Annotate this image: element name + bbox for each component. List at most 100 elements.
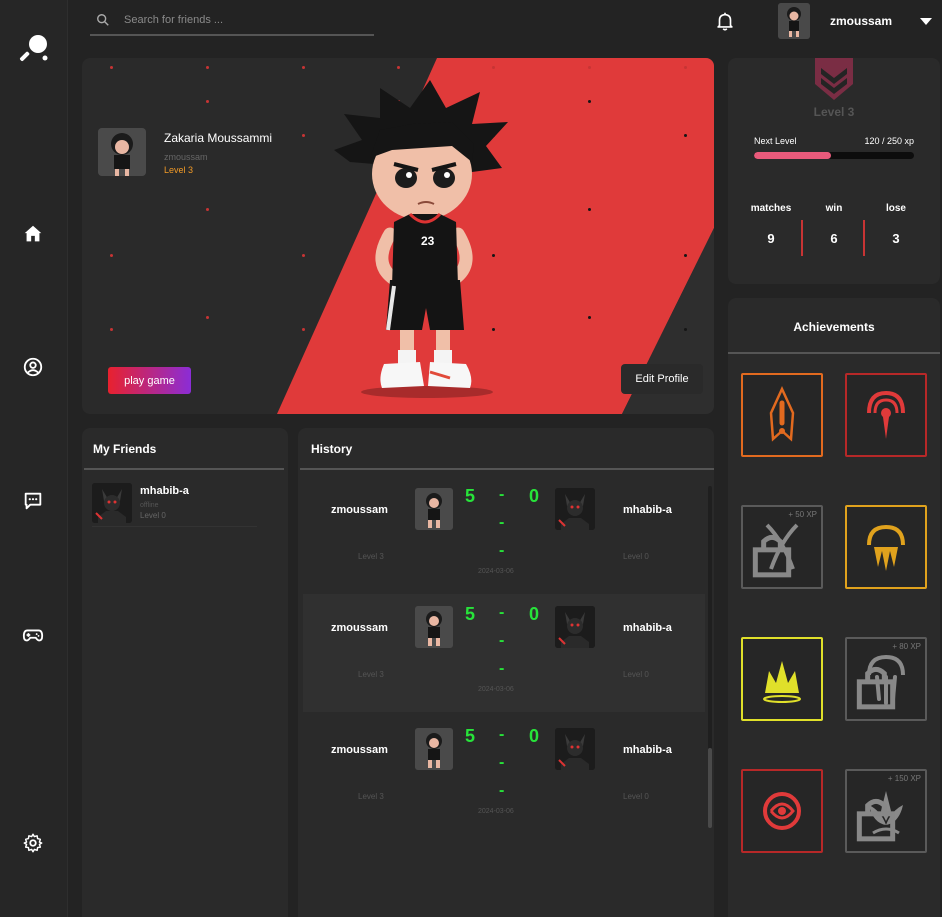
history-scrollbar[interactable] bbox=[708, 486, 712, 828]
xp-progress-fill bbox=[754, 152, 831, 159]
next-level-label: Next Level bbox=[754, 136, 797, 146]
chevron-down-icon[interactable] bbox=[920, 17, 932, 25]
match-row[interactable]: zmoussam 5 - - - 0 mhabib-a Level 3 Leve… bbox=[303, 716, 705, 834]
settings-icon[interactable] bbox=[20, 830, 46, 856]
decor-dot bbox=[206, 316, 209, 319]
stat-lose-label: lose bbox=[885, 203, 906, 214]
achievement-badge[interactable] bbox=[845, 505, 927, 589]
level-label: Level 3 bbox=[813, 105, 855, 119]
play-game-button[interactable]: play game bbox=[108, 367, 191, 394]
friends-panel: My Friends mhabib-a offline Level 0 bbox=[82, 428, 288, 917]
score-separator: - bbox=[499, 754, 505, 771]
decor-dot bbox=[684, 328, 687, 331]
player1-level: Level 3 bbox=[358, 552, 384, 561]
decor-dot bbox=[397, 66, 400, 69]
rank-chevron-icon bbox=[815, 58, 853, 100]
match-row[interactable]: zmoussam 5 - - - 0 mhabib-a Level 3 Leve… bbox=[303, 594, 705, 712]
achievement-badge[interactable] bbox=[845, 373, 927, 457]
friend-level: Level 0 bbox=[140, 511, 166, 520]
gamepad-icon[interactable] bbox=[20, 622, 46, 648]
stat-divider bbox=[863, 220, 865, 256]
player1-avatar bbox=[415, 606, 453, 648]
stat-win-label: win bbox=[825, 203, 843, 214]
player2-name: mhabib-a bbox=[623, 504, 672, 516]
score-separator: - bbox=[499, 726, 505, 743]
friend-item[interactable]: mhabib-a offline Level 0 bbox=[92, 483, 257, 527]
chat-icon[interactable] bbox=[20, 488, 46, 514]
player1-avatar bbox=[415, 728, 453, 770]
player2-name: mhabib-a bbox=[623, 622, 672, 634]
decor-dot bbox=[684, 66, 687, 69]
player2-score: 0 bbox=[529, 726, 540, 746]
friend-name: mhabib-a bbox=[140, 485, 189, 497]
home-icon[interactable] bbox=[20, 221, 46, 247]
decor-dot bbox=[684, 134, 687, 137]
search-input[interactable] bbox=[124, 14, 354, 26]
avatar bbox=[92, 483, 132, 523]
achievement-badge[interactable] bbox=[741, 637, 823, 721]
match-date: 2024-03-06 bbox=[478, 568, 514, 575]
edit-profile-button[interactable]: Edit Profile bbox=[621, 364, 703, 394]
decor-dot bbox=[206, 208, 209, 211]
score-separator: - bbox=[499, 782, 505, 799]
player2-avatar bbox=[555, 606, 595, 648]
player1-name: zmoussam bbox=[331, 622, 388, 634]
crown-splash-badge-icon bbox=[763, 661, 801, 703]
achievement-badge-locked[interactable]: + 50 XP bbox=[741, 505, 823, 589]
stat-win-value: 6 bbox=[830, 231, 838, 246]
player2-score: 0 bbox=[529, 486, 540, 506]
match-date: 2024-03-06 bbox=[478, 686, 514, 693]
player1-score: 5 bbox=[465, 726, 476, 746]
ping-pong-logo-icon[interactable] bbox=[18, 32, 50, 64]
decor-dot bbox=[206, 100, 209, 103]
player2-score: 0 bbox=[529, 604, 540, 624]
decor-dot bbox=[302, 66, 305, 69]
achievements-title: Achievements bbox=[793, 320, 875, 334]
hero-level: Level 3 bbox=[164, 165, 194, 175]
player1-score: 5 bbox=[465, 604, 476, 624]
match-date: 2024-03-06 bbox=[478, 808, 514, 815]
hero-handle: zmoussam bbox=[164, 152, 208, 162]
decor-dot bbox=[588, 100, 591, 103]
score-separator: - bbox=[499, 542, 505, 559]
divider bbox=[84, 468, 284, 470]
decor-dot bbox=[110, 328, 113, 331]
player1-score: 5 bbox=[465, 486, 476, 506]
player2-avatar bbox=[555, 728, 595, 770]
decor-dot bbox=[302, 254, 305, 257]
divider bbox=[300, 468, 714, 470]
achievement-badge[interactable] bbox=[741, 373, 823, 457]
score-separator: - bbox=[499, 660, 505, 677]
xp-reward: + 80 XP bbox=[892, 642, 921, 651]
achievement-badge-locked[interactable]: + 150 XP bbox=[845, 769, 927, 853]
score-separator: - bbox=[499, 604, 505, 621]
score-separator: - bbox=[499, 486, 505, 503]
search-bar bbox=[90, 6, 374, 36]
decor-dot bbox=[110, 254, 113, 257]
hero-name: Zakaria Moussammi bbox=[164, 131, 273, 145]
profile-icon[interactable] bbox=[20, 354, 46, 380]
decor-dot bbox=[302, 328, 305, 331]
divider bbox=[728, 352, 940, 354]
avatar bbox=[778, 3, 810, 39]
sidebar bbox=[0, 0, 68, 917]
notification-bell-icon[interactable] bbox=[714, 10, 736, 32]
achievement-badge[interactable] bbox=[741, 769, 823, 853]
match-row[interactable]: zmoussam 5 - - - 0 mhabib-a Level 3 Leve… bbox=[303, 476, 705, 594]
stat-lose-value: 3 bbox=[892, 231, 900, 246]
avatar bbox=[98, 128, 146, 176]
scroll-thumb[interactable] bbox=[708, 748, 712, 828]
decor-dot bbox=[492, 66, 495, 69]
decor-dot bbox=[110, 66, 113, 69]
hero-profile: Zakaria Moussammi zmoussam Level 3 bbox=[98, 128, 272, 176]
achievement-badge-locked[interactable]: + 80 XP bbox=[845, 637, 927, 721]
decor-dot bbox=[588, 208, 591, 211]
stat-matches-label: matches bbox=[750, 203, 792, 214]
player2-name: mhabib-a bbox=[623, 744, 672, 756]
level-panel: Level 3 Next Level 120 / 250 xp matches … bbox=[728, 58, 940, 284]
history-panel: History zmoussam 5 - - - 0 mhabib-a Leve… bbox=[298, 428, 714, 917]
history-title: History bbox=[311, 442, 353, 456]
player2-avatar bbox=[555, 488, 595, 530]
player2-level: Level 0 bbox=[623, 670, 649, 679]
user-menu[interactable]: zmoussam bbox=[778, 2, 938, 40]
